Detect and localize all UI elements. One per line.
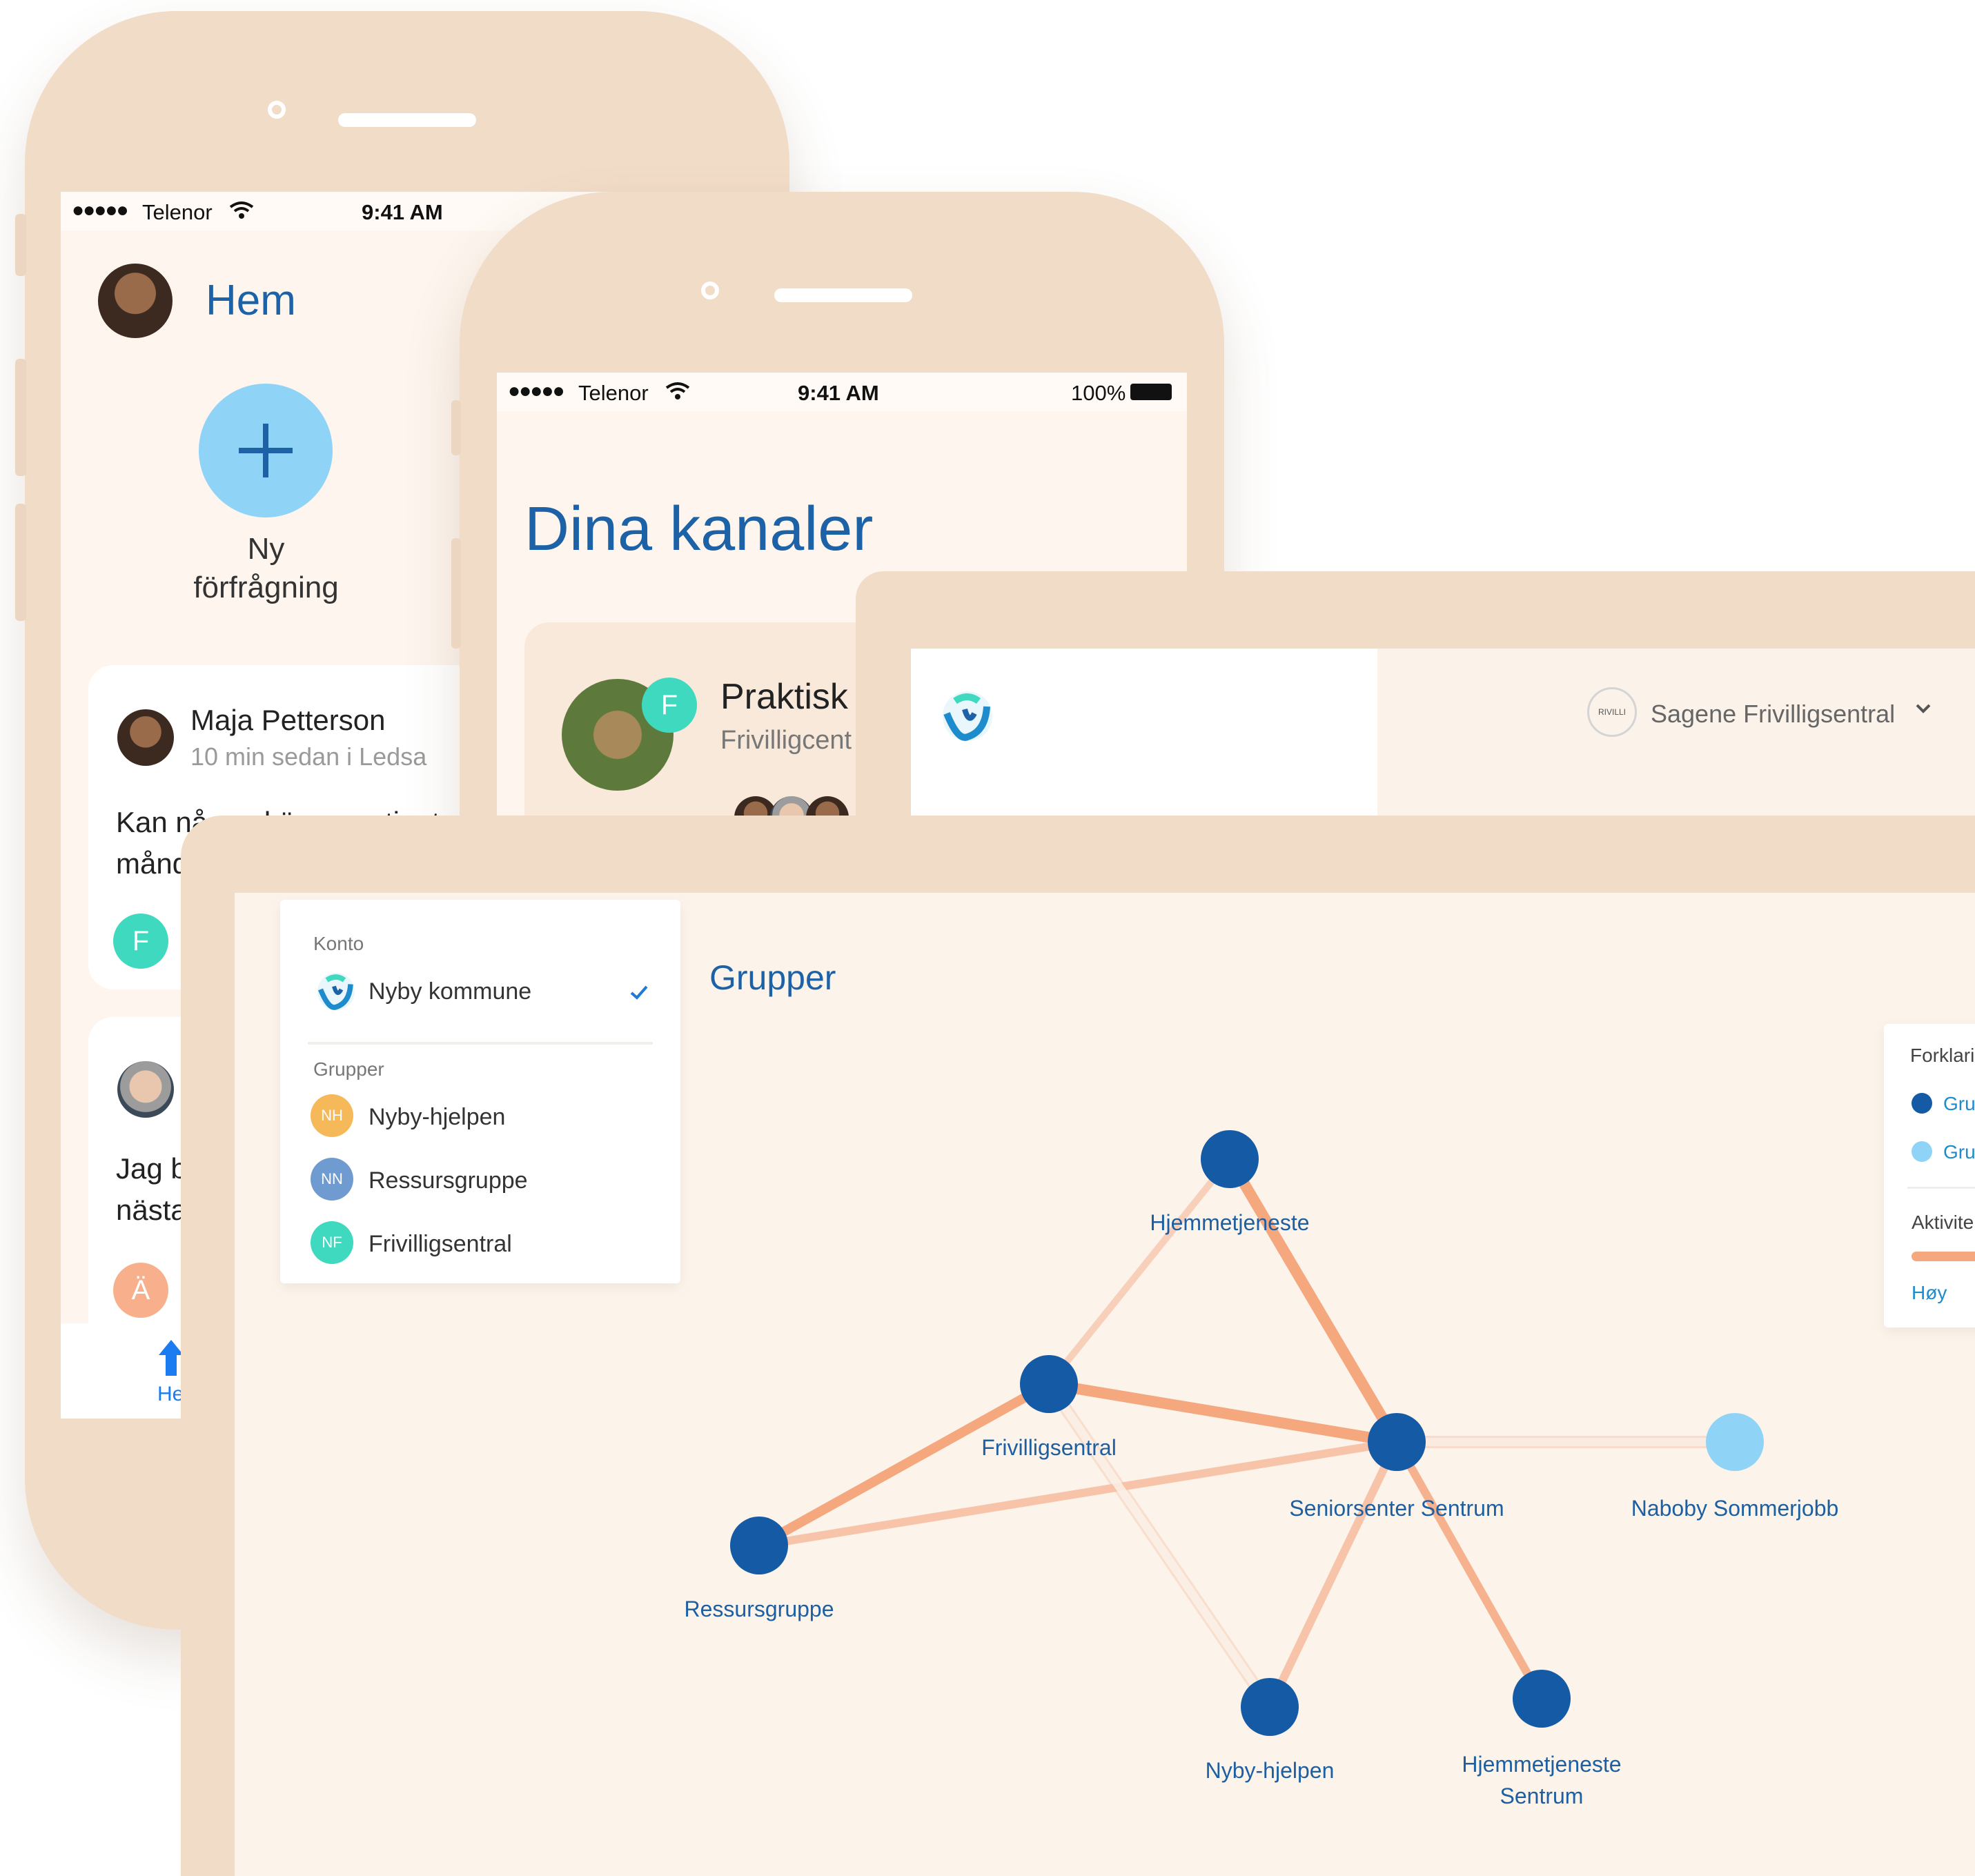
node-label: Ressursgruppe [684, 1597, 834, 1621]
org-selector[interactable]: RIVILLI Sagene Frivilligsentral [1587, 686, 1960, 741]
author-avatar [117, 709, 174, 766]
node-nyby-hjelpen[interactable] [1241, 1678, 1299, 1736]
phone-speaker [774, 288, 912, 302]
side-button [15, 359, 26, 476]
tablet-frame: RIVILLI Sagene Frivilligsentral [856, 571, 1975, 856]
clock: 9:41 AM [362, 200, 443, 224]
new-request-label: Ny förfrågning [193, 532, 339, 604]
node-seniorsenter-sentrum[interactable] [1368, 1413, 1426, 1471]
channel-subtitle: Frivilligcent [720, 726, 852, 755]
page-title: Hem [206, 277, 296, 324]
node-ressursgruppe[interactable] [730, 1517, 788, 1574]
chevron-down-icon [1912, 697, 1935, 724]
node-naboby-sommerjobb[interactable] [1706, 1413, 1764, 1471]
node-hjemmetjeneste-sentrum[interactable] [1513, 1670, 1571, 1728]
side-button [15, 504, 26, 621]
clock: 9:41 AM [798, 381, 879, 405]
org-name: Sagene Frivilligsentral [1651, 700, 1896, 728]
post-text: Jag b nästa [116, 1152, 187, 1226]
battery-icon [1130, 384, 1172, 400]
author-avatar [117, 1061, 174, 1118]
post-author: Maja Petterson [190, 704, 386, 736]
tab-home-label[interactable]: He [157, 1383, 184, 1406]
channel-name: Praktisk [720, 677, 848, 717]
node-label: Seniorsenter Sentrum [1289, 1496, 1504, 1521]
dashboard-screen: Konto Nyby kommune Grupper NH Nyby-hjelp… [235, 893, 1975, 1876]
channel-badge: F [642, 678, 697, 733]
network-graph-edges [754, 1154, 1741, 1713]
status-bar: ●●●●● Telenor 9:41 AM 100% [497, 373, 1187, 411]
user-avatar[interactable] [98, 264, 173, 338]
carrier-label: Telenor [578, 381, 649, 405]
node-label: Frivilligsentral [981, 1435, 1117, 1460]
battery-label: 100% [1071, 381, 1126, 405]
carrier-label: Telenor [142, 200, 213, 224]
group-badge: Ä [113, 1263, 168, 1318]
wifi-icon [665, 381, 690, 406]
node-label: Naboby Sommerjobb [1631, 1496, 1839, 1521]
post-meta: 10 min sedan i Ledsa [190, 742, 427, 771]
node-hjemmetjeneste[interactable] [1201, 1130, 1259, 1188]
node-label: Hjemmetjeneste Sentrum [1462, 1752, 1622, 1808]
phone-camera [268, 101, 286, 119]
node-label: Nyby-hjelpen [1205, 1758, 1335, 1783]
node-frivilligsentral[interactable] [1020, 1355, 1078, 1413]
node-label: Hjemmetjeneste [1150, 1210, 1310, 1235]
phone-camera [701, 282, 719, 299]
signal-indicator: ●●●●● [508, 379, 565, 402]
new-request-button[interactable] [199, 384, 333, 517]
page-title: Dina kanaler [524, 495, 874, 564]
org-logo-icon: RIVILLI [1587, 687, 1637, 737]
app-logo-icon [937, 686, 998, 750]
phone-speaker [338, 113, 476, 127]
group-badge: F [113, 914, 168, 969]
side-button [451, 400, 461, 455]
side-button [451, 538, 461, 649]
wifi-icon [229, 200, 254, 225]
signal-indicator: ●●●●● [72, 199, 129, 221]
side-button [15, 214, 26, 276]
